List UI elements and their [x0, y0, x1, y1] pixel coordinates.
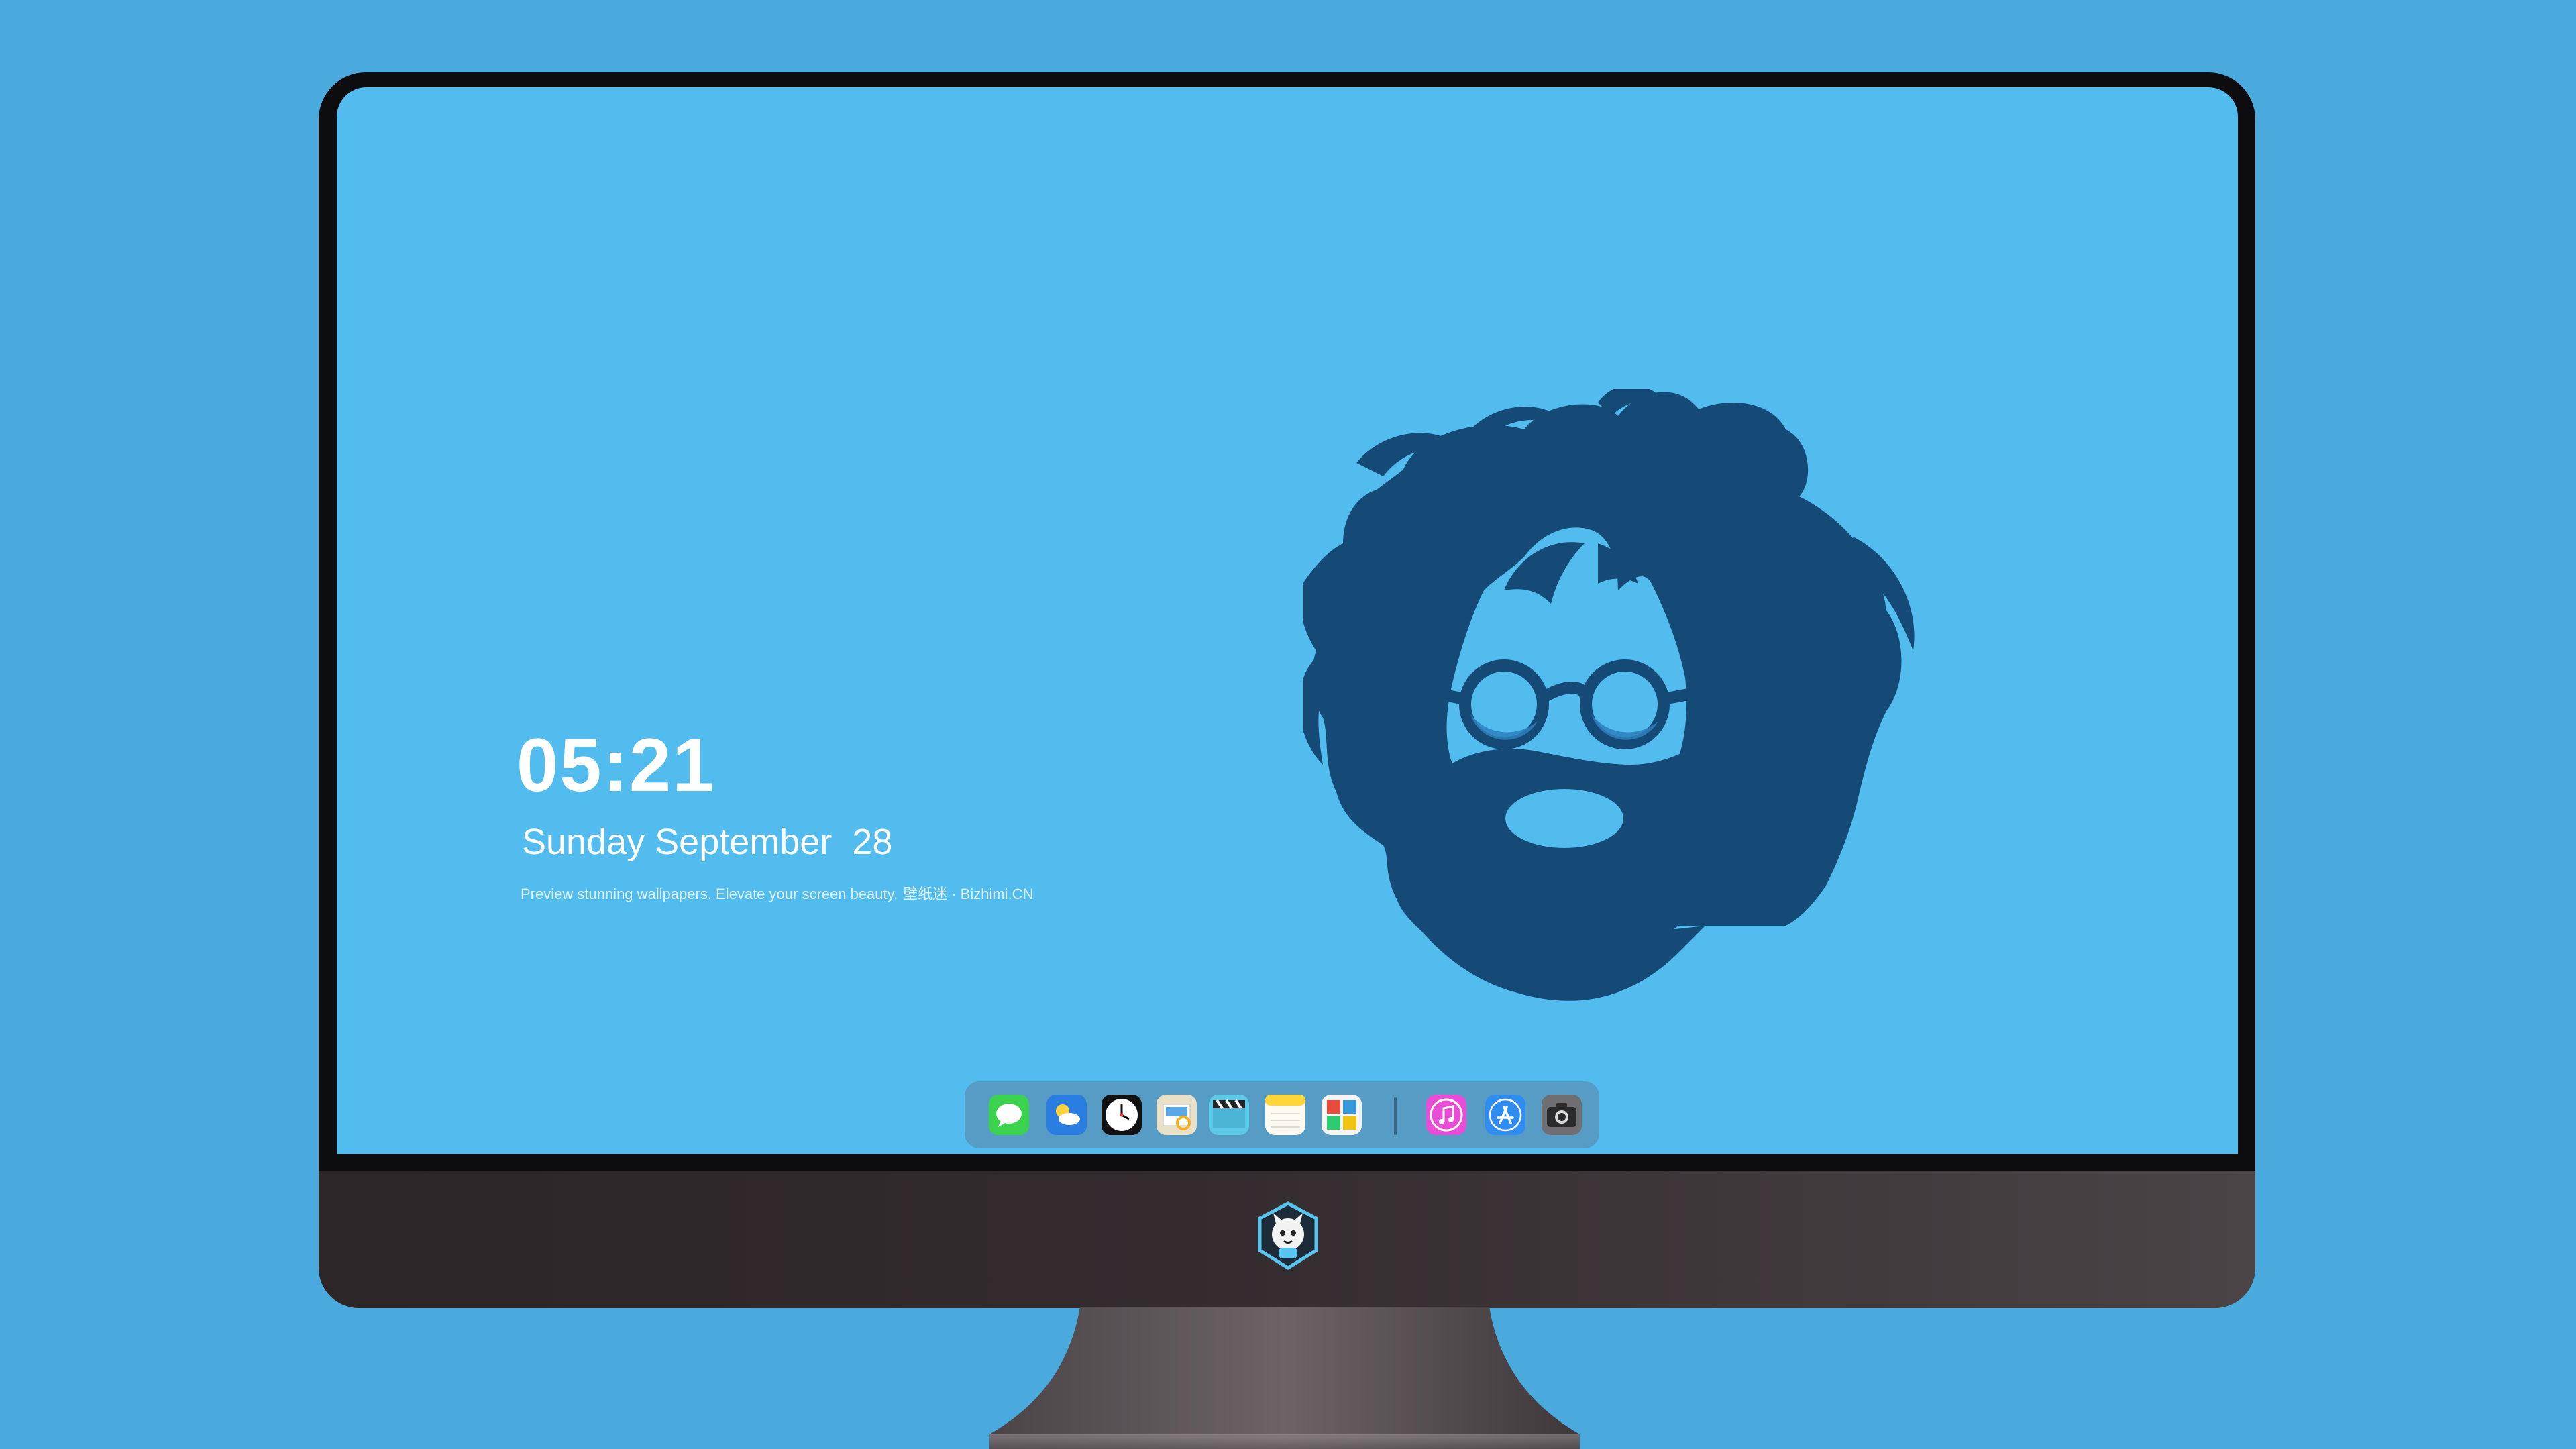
- wallpaper-promo-text: Preview stunning wallpapers. Elevate you…: [521, 887, 1038, 902]
- lock-screen-date: Sunday September 28: [522, 822, 893, 862]
- messages-icon[interactable]: [989, 1095, 1029, 1135]
- lock-screen: 05:21 Sunday September 28 Preview stunni…: [337, 87, 2238, 1154]
- dock-separator: [1394, 1097, 1397, 1135]
- preview-icon[interactable]: [1157, 1095, 1197, 1135]
- monitor-stand: [989, 1307, 1580, 1449]
- mascot-logo-icon: [1258, 1201, 1318, 1270]
- camera-icon[interactable]: [1542, 1095, 1582, 1135]
- music-icon[interactable]: [1426, 1095, 1466, 1135]
- clock-icon[interactable]: [1102, 1095, 1142, 1135]
- dock: [965, 1081, 1599, 1148]
- promo-tagline: Preview stunning wallpapers. Elevate you…: [521, 885, 898, 902]
- app-store-icon[interactable]: [1485, 1095, 1525, 1135]
- lock-screen-clock: 05:21: [517, 723, 716, 807]
- clapperboard-icon[interactable]: [1209, 1095, 1249, 1135]
- man-with-glasses-wallpaper-art: [1303, 389, 1915, 1001]
- desktop-background: 05:21 Sunday September 28 Preview stunni…: [0, 0, 2576, 1449]
- notes-icon[interactable]: [1265, 1095, 1305, 1135]
- photo-booth-icon[interactable]: [1322, 1095, 1362, 1135]
- promo-brand[interactable]: 壁纸迷 · Bizhimi.CN: [903, 885, 1033, 902]
- weather-icon[interactable]: [1046, 1095, 1087, 1135]
